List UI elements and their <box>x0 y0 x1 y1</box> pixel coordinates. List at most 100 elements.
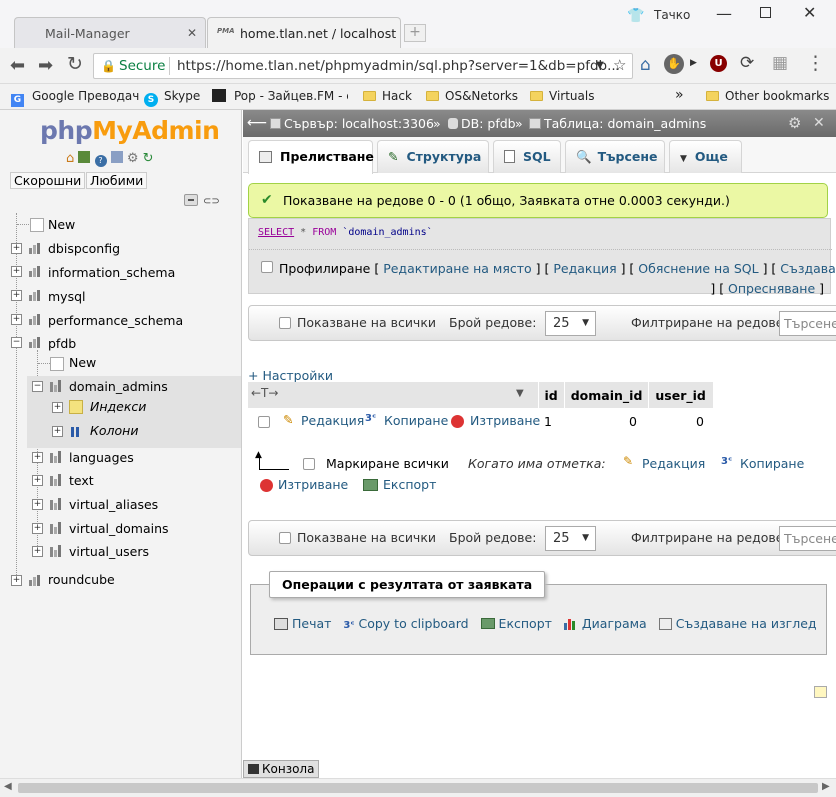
filter-input[interactable]: Търсене <box>779 311 836 336</box>
expand-icon[interactable]: + <box>32 499 43 510</box>
tree-db-information-schema[interactable]: information_schema <box>48 265 175 280</box>
sql-keyword[interactable]: SELECT <box>258 227 294 238</box>
scrollbar-thumb[interactable] <box>18 783 818 793</box>
bookmark-folder-os[interactable]: OS&Netorks <box>426 89 518 103</box>
bookmark-folder-virtuals[interactable]: Virtuals <box>530 89 594 103</box>
tree-table-virtual-users[interactable]: virtual_users <box>69 544 149 559</box>
refresh-link[interactable]: Опресняване <box>728 281 815 296</box>
ublock-icon[interactable]: U <box>710 55 727 72</box>
breadcrumb-db[interactable]: DB: pfdb <box>461 110 516 137</box>
tree-table-domain-admins[interactable]: domain_admins <box>69 379 168 394</box>
collapse-icon[interactable]: − <box>32 381 43 392</box>
window-close-button[interactable]: ✕ <box>803 3 816 22</box>
column-header-user-id[interactable]: user_id <box>648 382 715 408</box>
scroll-left-icon[interactable]: ◀ <box>4 781 12 792</box>
tab-browse[interactable]: Прелистване <box>248 140 374 174</box>
expand-icon[interactable]: + <box>32 523 43 534</box>
collapse-icon[interactable]: − <box>11 337 22 348</box>
reload-icon[interactable]: ↻ <box>143 151 154 166</box>
menu-icon[interactable]: ⋮ <box>806 54 825 73</box>
reload-icon[interactable]: ↻ <box>67 53 83 75</box>
expand-icon[interactable]: + <box>11 266 22 277</box>
tab-phpmyadmin[interactable]: PMA home.tlan.net / localhost <box>207 17 401 48</box>
options-link[interactable]: + Настройки <box>248 368 333 383</box>
column-header-domain-id[interactable]: domain_id <box>564 382 650 408</box>
bookmark-google-translate[interactable]: G Google Преводач <box>11 89 139 107</box>
print-link[interactable]: Печат <box>292 616 331 631</box>
export-link[interactable]: Експорт <box>499 616 552 631</box>
bulk-export-link[interactable]: Експорт <box>383 477 436 492</box>
forward-arrow-icon[interactable]: ➡ <box>38 55 53 76</box>
extension-grid-icon[interactable]: ▦ <box>772 53 788 73</box>
tree-table-virtual-domains[interactable]: virtual_domains <box>69 521 169 536</box>
console-toggle[interactable]: Конзола <box>243 760 319 778</box>
create-view-link[interactable]: Създаване на изглед <box>676 616 817 631</box>
expand-icon[interactable]: + <box>11 290 22 301</box>
logout-icon[interactable] <box>78 151 91 163</box>
tree-table-virtual-aliases[interactable]: virtual_aliases <box>69 497 158 512</box>
expand-icon[interactable]: + <box>32 546 43 557</box>
tree-db-performance-schema[interactable]: performance_schema <box>48 313 183 328</box>
breadcrumb-server[interactable]: Сървър: localhost:3306 <box>284 110 434 137</box>
tab-structure[interactable]: ✎ Структура <box>377 140 489 173</box>
create-php-link[interactable]: Създаване на PHP код <box>780 261 836 276</box>
tree-pfdb-new[interactable]: New <box>69 355 96 370</box>
new-tab-button[interactable]: + <box>404 24 426 42</box>
row-count-select[interactable]: 25 ▼ <box>545 311 596 336</box>
home-icon[interactable]: ⌂ <box>66 151 74 166</box>
bulk-delete-link[interactable]: Изтриване <box>278 477 348 492</box>
expand-icon[interactable]: + <box>32 475 43 486</box>
tree-indexes[interactable]: Индекси <box>90 399 146 414</box>
tab-search[interactable]: 🔍 Търсене <box>565 140 665 173</box>
column-header-id[interactable]: id <box>538 382 565 408</box>
expand-icon[interactable]: + <box>11 575 22 586</box>
tree-db-pfdb[interactable]: pfdb <box>48 336 76 351</box>
bookmark-skype[interactable]: S Skype <box>144 89 200 107</box>
gear-icon[interactable]: ⚙ <box>788 110 801 137</box>
bulk-edit-link[interactable]: Редакция <box>642 456 705 471</box>
tree-columns[interactable]: Колони <box>90 423 138 438</box>
inline-edit-link[interactable]: Редактиране на място <box>383 261 531 276</box>
bookmark-radio[interactable]: Pop - Зайцев.FM - с/ <box>212 89 348 103</box>
tab-more[interactable]: ▼ Още <box>669 140 742 173</box>
bulk-copy-link[interactable]: Копиране <box>740 456 804 471</box>
home-icon[interactable]: ⌂ <box>640 55 651 75</box>
collapse-arrow-icon[interactable]: ⟵ <box>247 110 267 137</box>
extension-arrow-icon[interactable]: ▶ <box>690 58 697 68</box>
scroll-right-icon[interactable]: ▶ <box>822 781 830 792</box>
sql-query[interactable]: SELECT * FROM `domain_admins` <box>258 227 433 238</box>
chevron-down-icon[interactable]: ▼ <box>516 388 524 399</box>
expand-icon[interactable]: + <box>52 426 63 437</box>
back-arrow-icon[interactable]: ⬅ <box>10 55 25 76</box>
maximize-button[interactable] <box>760 7 771 18</box>
check-all-checkbox[interactable] <box>303 458 315 470</box>
check-all-label[interactable]: Маркиране всички <box>326 456 449 471</box>
breadcrumb-table[interactable]: Таблица: domain_admins <box>544 110 706 137</box>
edit-link[interactable]: Редакция <box>553 261 616 276</box>
collapse-all-icon[interactable] <box>184 194 198 206</box>
address-bar[interactable]: 🔒 Secure https://home.tlan.net/phpmyadmi… <box>93 53 633 79</box>
row-count-select[interactable]: 25 ▼ <box>545 526 596 551</box>
copy-clipboard-link[interactable]: Copy to clipboard <box>359 616 469 631</box>
profiling-checkbox[interactable] <box>261 261 273 273</box>
sync-icon[interactable]: ⟳ <box>740 53 754 73</box>
bookmarks-more-button[interactable]: » <box>675 87 684 103</box>
tree-table-languages[interactable]: languages <box>69 450 134 465</box>
expand-icon[interactable]: + <box>32 452 43 463</box>
bookmark-other[interactable]: Other bookmarks <box>706 89 829 103</box>
star-icon[interactable]: ☆ <box>613 54 626 77</box>
profile-name[interactable]: Тачко <box>654 8 690 22</box>
show-all-checkbox[interactable] <box>279 532 291 544</box>
tree-db-dbispconfig[interactable]: dbispconfig <box>48 241 120 256</box>
explain-sql-link[interactable]: Обяснение на SQL <box>638 261 758 276</box>
tree-new[interactable]: New <box>48 217 75 232</box>
horizontal-scrollbar[interactable]: ◀ ▶ <box>0 778 836 797</box>
link-icon[interactable]: ⊂⊃ <box>203 196 220 207</box>
url-text[interactable]: https://home.tlan.net/phpmyadmin/sql.php… <box>177 54 620 78</box>
chart-link[interactable]: Диаграма <box>582 616 647 631</box>
row-checkbox[interactable] <box>258 416 270 428</box>
expand-icon[interactable]: + <box>11 243 22 254</box>
expand-icon[interactable]: + <box>52 402 63 413</box>
bookmark-folder-hack[interactable]: Hack <box>363 89 412 103</box>
gear-icon[interactable]: ⚙ <box>127 151 139 166</box>
